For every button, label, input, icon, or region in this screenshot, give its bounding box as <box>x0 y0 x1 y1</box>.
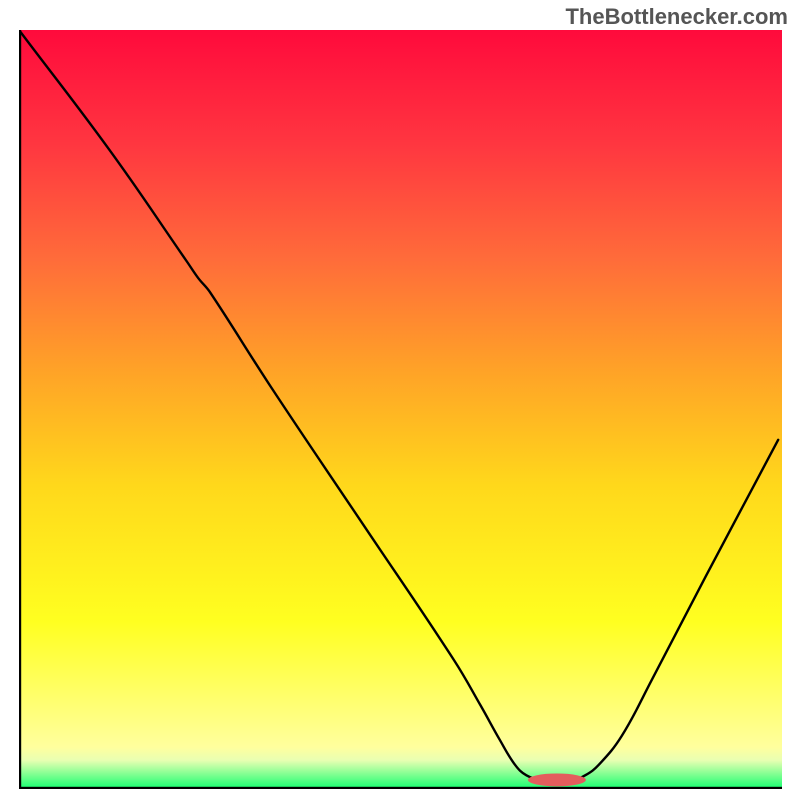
optimal-marker <box>528 773 586 786</box>
chart-svg <box>19 30 782 789</box>
watermark-text: TheBottlenecker.com <box>565 4 788 30</box>
chart-container: TheBottlenecker.com <box>0 0 800 800</box>
axis-bottom <box>19 787 782 789</box>
axis-left <box>19 30 21 789</box>
bottleneck-chart <box>19 30 782 789</box>
chart-background <box>19 30 782 789</box>
